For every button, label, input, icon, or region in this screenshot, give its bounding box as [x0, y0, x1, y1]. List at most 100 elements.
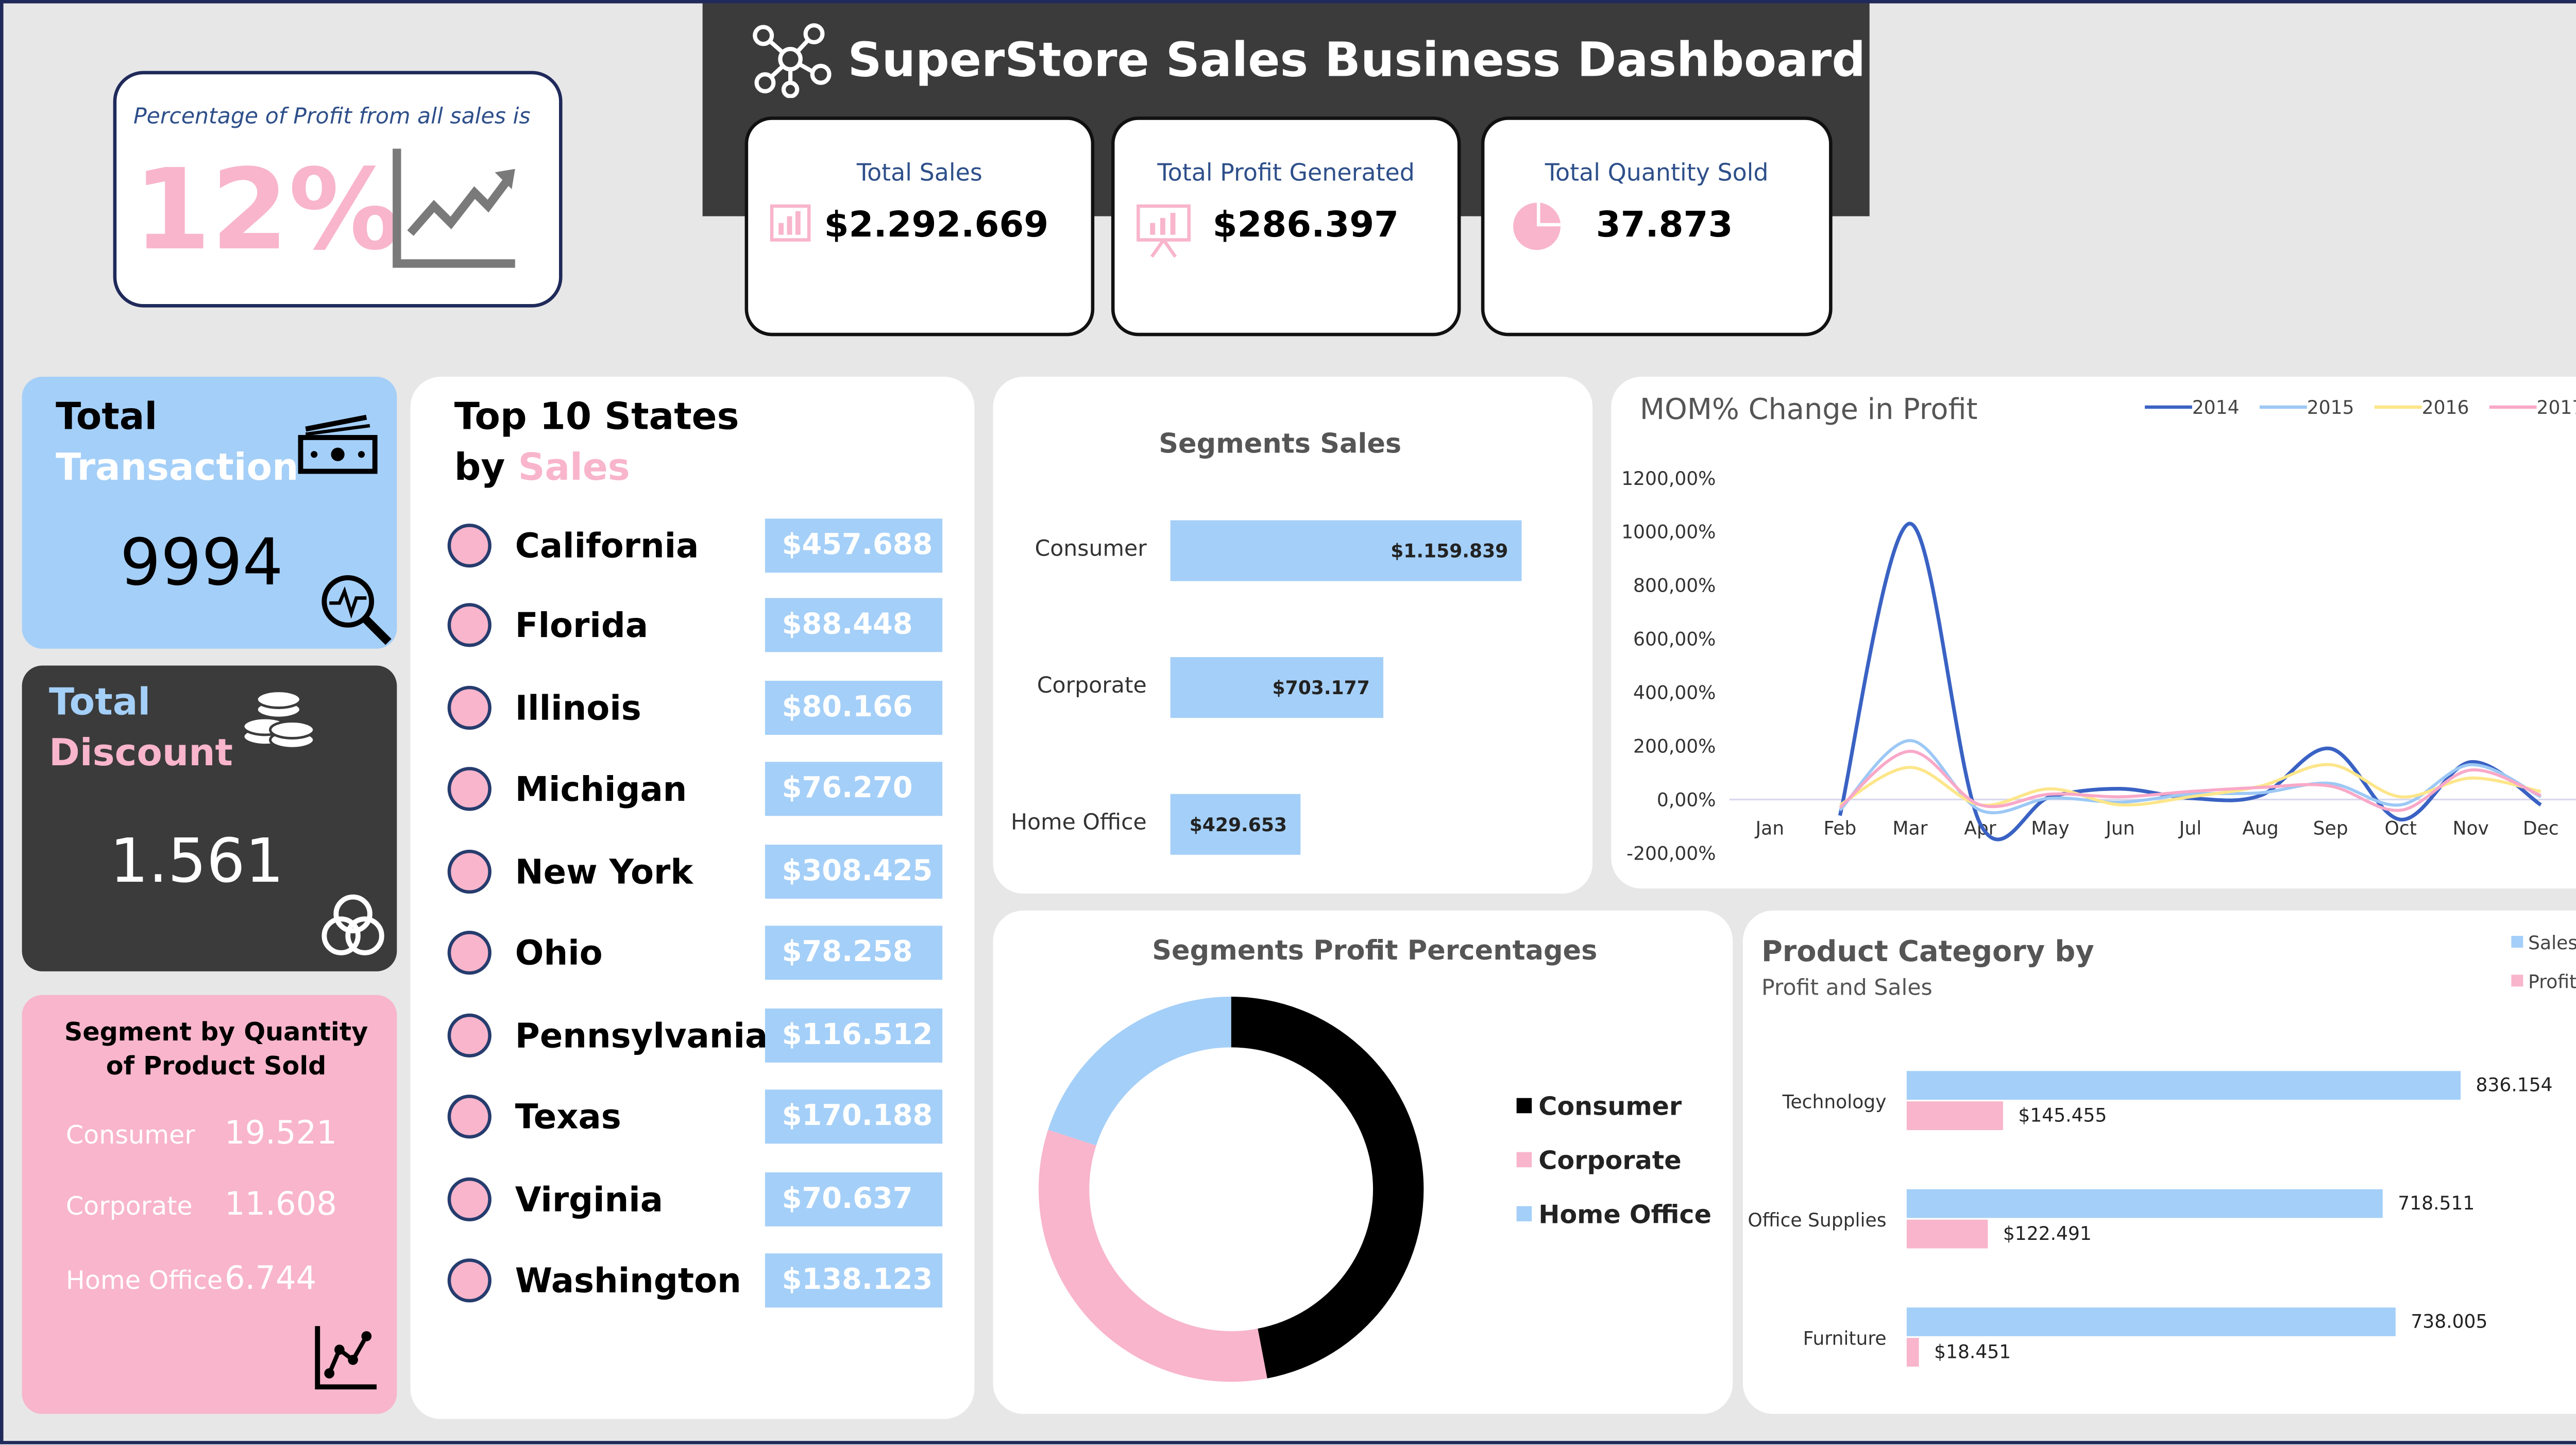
state-bullet: [447, 767, 492, 811]
state-bullet: [447, 1095, 492, 1139]
legend-label: Sales: [2528, 932, 2576, 954]
legend-label: 2017: [2537, 397, 2576, 418]
legend-swatch: [2511, 936, 2523, 948]
kpi-value: $2.292.669: [824, 204, 1049, 245]
state-name: Ohio: [515, 932, 603, 973]
state-bullet: [447, 931, 492, 975]
category-label: Office Supplies: [1748, 1209, 1886, 1231]
category-label: Corporate: [1037, 673, 1147, 698]
donut-slice: [1048, 997, 1231, 1146]
coins-icon: [242, 690, 316, 750]
state-sales-value: $76.270: [765, 762, 943, 816]
y-tick-label: 200,00%: [1633, 736, 1716, 758]
state-sales-value: $116.512: [765, 1008, 943, 1063]
data-label: $122.491: [2003, 1223, 2092, 1245]
legend-label: 2014: [2192, 397, 2240, 418]
x-tick-label: Dec: [2523, 817, 2559, 839]
x-tick-label: May: [2031, 817, 2070, 839]
bar-sales: [1906, 1189, 2383, 1218]
category-label: Home Office: [1011, 809, 1147, 835]
chart-title: Segments Profit Percentages: [1152, 935, 1597, 966]
profit-percentage-value: 12%: [133, 145, 400, 276]
legend-label: 2015: [2307, 397, 2354, 418]
state-bullet: [447, 1177, 492, 1221]
legend-label: Corporate: [1538, 1145, 1681, 1175]
category-label: Furniture: [1803, 1328, 1887, 1349]
y-tick-label: 1200,00%: [1621, 468, 1716, 490]
line-graph-icon: [315, 1326, 377, 1390]
state-row-pennsylvania: Pennsylvania $116.512: [447, 1008, 954, 1066]
legend-swatch: [2511, 974, 2523, 987]
state-bullet: [447, 524, 492, 568]
state-sales-value: $138.123: [765, 1253, 943, 1308]
legend-swatch: [1516, 1206, 1532, 1221]
segment-quantity-card: Segment by Quantity of Product Sold Cons…: [22, 995, 397, 1414]
segments-profit-chart: Segments Profit Percentages Consumer Corp…: [1038, 935, 1711, 1382]
kpi-label: Total Sales: [856, 160, 982, 188]
bar-profit: [1906, 1101, 2003, 1130]
chart-title: MOM% Change in Profit: [1640, 393, 1978, 426]
state-row-new-york: New York $308.425: [447, 845, 954, 902]
state-sales-value: $80.166: [765, 681, 943, 735]
dashboard: SuperStore Sales Business Dashboard Tota…: [0, 0, 2576, 1444]
total-transaction-card: Total Transaction 9994: [22, 376, 397, 649]
state-name: Texas: [515, 1096, 621, 1137]
chart-subtitle: Profit and Sales: [1761, 975, 1933, 1001]
legend-swatch: [1516, 1152, 1532, 1168]
product-category-card: Product Category by Profit and Sales Sal…: [1742, 910, 2576, 1414]
x-tick-label: Mar: [1892, 817, 1927, 839]
state-sales-value: $308.425: [765, 845, 943, 899]
segments-sales-chart: Segments Sales Consumer $1.159.839 Corpora…: [1011, 428, 1522, 855]
legend-label: Consumer: [1538, 1091, 1682, 1121]
state-bullet: [447, 685, 492, 730]
segment-value: 19.521: [224, 1115, 337, 1152]
kpi-value: $286.397: [1212, 204, 1399, 245]
discount-label-line1: Total: [49, 682, 151, 725]
segment-name: Corporate: [65, 1190, 193, 1221]
legend-label: Home Office: [1538, 1199, 1711, 1229]
segments-sales-card: Segments Sales Consumer $1.159.839 Corpora…: [993, 376, 1593, 894]
segment-value: 11.608: [224, 1186, 337, 1223]
state-row-ohio: Ohio $78.258: [447, 926, 954, 983]
data-label: $145.455: [2018, 1105, 2107, 1127]
pie-icon: [1513, 203, 1561, 250]
state-name: Michigan: [515, 768, 687, 810]
state-name: Washington: [515, 1260, 741, 1301]
segment-name: Consumer: [65, 1120, 195, 1151]
x-tick-label: Jul: [2178, 817, 2201, 839]
top-states-by: by: [454, 447, 505, 490]
transaction-label-line1: Total: [56, 397, 158, 440]
page-title: SuperStore Sales Business Dashboard: [848, 32, 1866, 88]
top-states-card: Top 10 States by Sales California $457.6…: [410, 376, 975, 1419]
y-tick-label: 0,00%: [1657, 789, 1716, 811]
data-label: $1.159.839: [1391, 541, 1508, 562]
kpi-label: Total Quantity Sold: [1545, 160, 1769, 188]
x-tick-label: Aug: [2242, 817, 2278, 839]
category-label: Technology: [1782, 1091, 1887, 1113]
state-row-washington: Washington $138.123: [447, 1253, 954, 1310]
state-sales-value: $70.637: [765, 1172, 943, 1226]
kpi-total-quantity: Total Quantity Sold 37.873: [1481, 116, 1833, 337]
x-tick-label: Feb: [1823, 817, 1856, 839]
kpi-total-sales: Total Sales $2.292.669: [744, 116, 1095, 337]
discount-label-line2: Discount: [49, 733, 233, 776]
trend-chart-icon: [393, 148, 515, 268]
state-name: Pennsylvania: [515, 1015, 768, 1056]
bar-report-icon: [770, 204, 811, 242]
bar-profit: [1906, 1219, 1988, 1249]
money-icon: [298, 414, 378, 474]
legend-swatch: [1516, 1098, 1532, 1114]
state-row-california: California $457.688: [447, 518, 954, 576]
state-bullet: [447, 849, 492, 894]
donut-slice: [1231, 997, 1424, 1379]
state-name: Virginia: [515, 1179, 663, 1220]
profit-percentage-label: Percentage of Profit from all sales is: [133, 105, 531, 130]
state-sales-value: $457.688: [765, 518, 943, 573]
kpi-label: Total Profit Generated: [1157, 160, 1415, 188]
x-tick-label: Jan: [1755, 817, 1785, 839]
y-tick-label: -200,00%: [1626, 843, 1716, 865]
state-name: New York: [515, 851, 693, 892]
presentation-board-icon: [1137, 204, 1191, 258]
state-row-michigan: Michigan $76.270: [447, 762, 954, 819]
chart-title: Product Category by: [1761, 935, 2094, 968]
